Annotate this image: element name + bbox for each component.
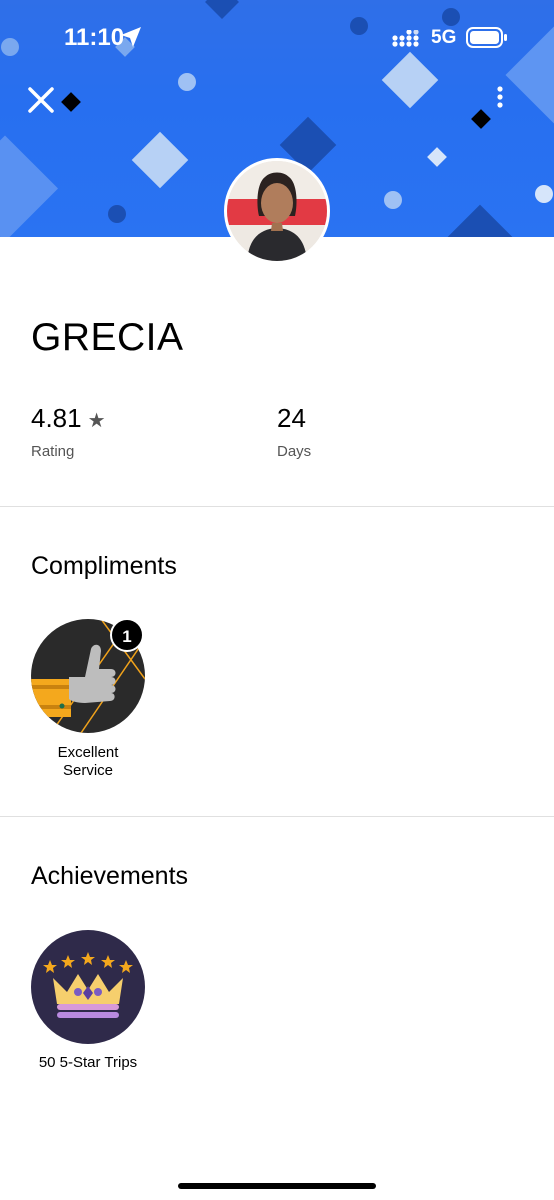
profile-photo	[227, 161, 327, 261]
achievement-label: 50 5-Star Trips	[38, 1054, 138, 1071]
days-value: 24	[277, 403, 306, 433]
signal-icon	[392, 30, 419, 47]
crown-icon	[31, 930, 145, 1044]
location-arrow-icon	[121, 27, 141, 47]
rating-label: Rating	[31, 443, 75, 460]
achievement-50-five-star-trips[interactable]	[31, 930, 145, 1044]
close-icon[interactable]	[26, 85, 56, 115]
status-time: 11:10	[64, 24, 125, 51]
days-label: Days	[277, 443, 312, 460]
rating-stat: 4.81 ★	[31, 403, 106, 434]
profile-name: GRECIA	[31, 316, 184, 359]
home-indicator[interactable]	[178, 1183, 376, 1189]
compliment-count-badge: 1	[110, 618, 144, 652]
compliment-label-line1: Excellent	[57, 744, 119, 761]
divider	[0, 506, 554, 507]
compliment-label: Excellent Service	[18, 744, 158, 780]
compliment-label-line2: Service	[62, 762, 114, 779]
achievements-title: Achievements	[31, 862, 189, 890]
battery-icon	[466, 27, 507, 48]
divider	[0, 816, 554, 817]
star-icon: ★	[87, 410, 106, 432]
compliments-title: Compliments	[31, 552, 177, 580]
network-type: 5G	[431, 27, 457, 48]
rating-value: 4.81	[31, 403, 82, 433]
avatar	[224, 158, 330, 264]
more-vertical-icon[interactable]	[488, 84, 512, 116]
